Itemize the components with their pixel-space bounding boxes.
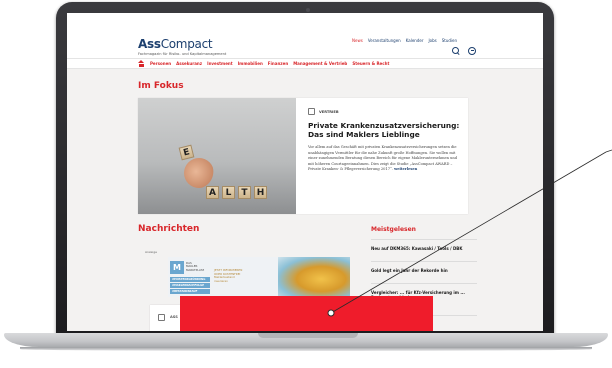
section-heading-fokus: Im Fokus	[138, 81, 184, 91]
search-icon[interactable]	[452, 47, 460, 55]
rubric-icon	[308, 108, 315, 115]
letter-cube: H	[254, 186, 267, 199]
rubric-icon	[158, 314, 165, 321]
red-overlay-banner	[180, 296, 433, 331]
home-icon[interactable]	[138, 60, 145, 67]
top-navigation: News Veranstaltungen Kalender Jobs Studi…	[352, 38, 457, 43]
ad-tag: #EXISTENZGRÜNDUNG	[170, 277, 210, 282]
website: AssCompact Fachmagazin für Risiko- und K…	[67, 13, 543, 331]
main-navigation-items: Personen Assekuranz Investment Immobilie…	[150, 61, 389, 66]
hand-image	[184, 158, 214, 188]
topnav-kalender[interactable]: Kalender	[406, 38, 424, 43]
section-heading-nachrichten: Nachrichten	[138, 224, 200, 234]
fokus-article-card[interactable]: E A L T H VERTRIEB Private Krankenzusatz…	[138, 98, 468, 214]
advertisement-banner[interactable]: M DAS MAKLER MARKTPLATZ #EXISTENZGRÜNDUN…	[168, 257, 350, 297]
site-logo[interactable]: AssCompact	[138, 37, 213, 51]
ad-tag: #BESTANDSKAUF	[170, 289, 210, 294]
camera-icon	[306, 8, 310, 12]
ad-copy: JETZT INFORMIEREN ODER KOSTENFREI Makler…	[214, 268, 243, 283]
nav-assekuranz[interactable]: Assekuranz	[176, 61, 202, 66]
ad-logo-text: DAS MAKLER MARKTPLATZ	[186, 261, 205, 272]
meistgelesen-item[interactable]: Gold legt ein Jahr der Rekorde hin	[371, 261, 477, 273]
letter-cube: A	[206, 186, 219, 199]
ad-artwork	[278, 257, 350, 297]
rubric-label: VERTRIEB	[319, 109, 339, 114]
fokus-article-image[interactable]: E A L T H	[138, 98, 296, 214]
header-icons	[452, 47, 476, 55]
nav-management-vertrieb[interactable]: Management & Vertrieb	[293, 61, 347, 66]
section-heading-meistgelesen: Meistgelesen	[371, 226, 416, 233]
login-icon[interactable]	[468, 47, 476, 55]
laptop-notch	[258, 333, 358, 338]
topnav-studien[interactable]: Studien	[442, 38, 457, 43]
nav-finanzen[interactable]: Finanzen	[268, 61, 288, 66]
main-navigation: Personen Assekuranz Investment Immobilie…	[67, 58, 543, 69]
nav-steuern-recht[interactable]: Steuern & Recht	[352, 61, 389, 66]
callout-line-end	[605, 149, 612, 153]
fokus-article-text: VERTRIEB Private Krankenzusatzversicheru…	[308, 108, 460, 173]
nav-immobilien[interactable]: Immobilien	[238, 61, 263, 66]
news-card-rubric: ASS	[170, 315, 178, 319]
ad-logo: M	[170, 261, 184, 274]
laptop-base-shadow	[20, 347, 592, 351]
fokus-article-body: Vor allem auf das Geschäft mit privaten …	[308, 145, 458, 172]
site-tagline: Fachmagazin für Risiko- und Kapitalmanag…	[138, 52, 227, 56]
read-more-link[interactable]: weiterlesen	[394, 167, 417, 171]
article-rubric: VERTRIEB	[308, 108, 460, 115]
nav-investment[interactable]: Investment	[207, 61, 233, 66]
ad-tags: #EXISTENZGRÜNDUNG #MAKLERNACHFOLGE #BEST…	[170, 277, 210, 294]
letter-cube: E	[178, 144, 195, 161]
topnav-veranstaltungen[interactable]: Veranstaltungen	[368, 38, 401, 43]
topnav-news[interactable]: News	[352, 38, 363, 43]
fokus-article-title[interactable]: Private Krankenzusatzversicherung: Das s…	[308, 121, 460, 139]
letter-cube: T	[238, 186, 251, 199]
letter-cube: L	[222, 186, 235, 199]
ad-tag: #MAKLERNACHFOLGE	[170, 283, 210, 288]
laptop-mockup: AssCompact Fachmagazin für Risiko- und K…	[0, 0, 612, 368]
laptop-screen: AssCompact Fachmagazin für Risiko- und K…	[67, 13, 543, 331]
site-header: AssCompact Fachmagazin für Risiko- und K…	[67, 13, 543, 58]
nav-personen[interactable]: Personen	[150, 61, 171, 66]
meistgelesen-item[interactable]: Neu auf DKM365: Kawasaki / Tools / DBK	[371, 239, 477, 251]
topnav-jobs[interactable]: Jobs	[428, 38, 436, 43]
ad-label: Anzeige	[145, 250, 157, 254]
